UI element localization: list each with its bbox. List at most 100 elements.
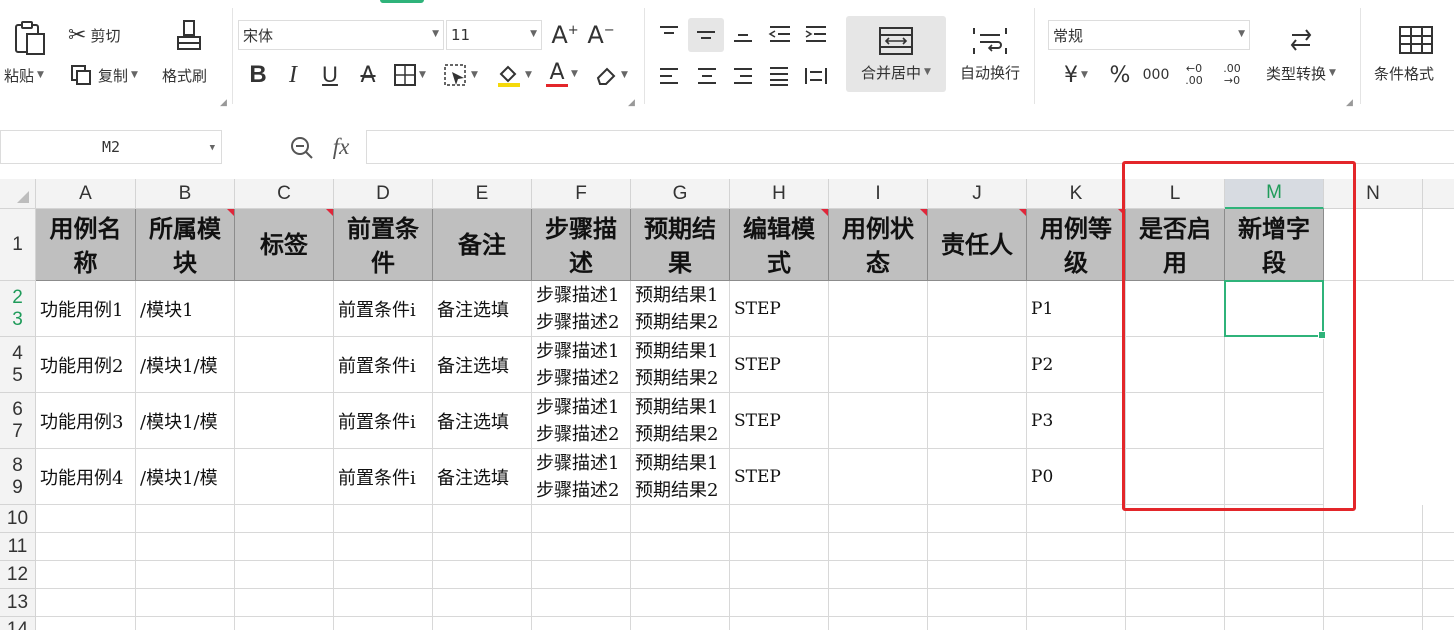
justify-button[interactable]	[766, 62, 792, 90]
cell-a8[interactable]: 功能用例4	[36, 449, 136, 505]
cell-e4[interactable]: 备注选填	[433, 337, 532, 393]
type-convert-button[interactable]: 类型转换 ▼	[1258, 16, 1344, 92]
clear-format-button[interactable]: ▼	[590, 60, 632, 90]
column-header-f[interactable]: F	[532, 179, 631, 209]
cell-f4[interactable]: 步骤描述1 步骤描述2	[532, 337, 631, 393]
border-button[interactable]: ▼	[390, 60, 430, 90]
cell-i2[interactable]	[829, 281, 928, 337]
column-header-k[interactable]: K	[1027, 179, 1126, 209]
column-header-h[interactable]: H	[730, 179, 829, 209]
paste-menu[interactable]: 粘贴 ▼	[4, 63, 44, 87]
row-header-2-3[interactable]: 23	[0, 281, 36, 337]
cell-h2[interactable]: STEP	[730, 281, 829, 337]
dialog-launcher-icon[interactable]: ◢	[628, 98, 635, 108]
align-middle-button[interactable]	[688, 18, 724, 52]
cell-f6[interactable]: 步骤描述1 步骤描述2	[532, 393, 631, 449]
header-cell-a1[interactable]: 用例名称	[36, 209, 136, 281]
header-cell-b1[interactable]: 所属模块	[136, 209, 235, 281]
cell-j2[interactable]	[928, 281, 1027, 337]
name-box[interactable]: M2 ▼	[0, 130, 222, 164]
select-all-button[interactable]	[0, 179, 36, 209]
cell-g8[interactable]: 预期结果1 预期结果2	[631, 449, 730, 505]
column-header-i[interactable]: I	[829, 179, 928, 209]
header-cell-g1[interactable]: 预期结果	[631, 209, 730, 281]
decrease-font-button[interactable]: A−	[586, 20, 616, 50]
cell-k8[interactable]: P0	[1027, 449, 1126, 505]
decrease-indent-button[interactable]	[766, 18, 794, 50]
paste-button[interactable]	[10, 18, 50, 58]
row-header-14[interactable]: 14	[0, 617, 36, 630]
increase-decimal-button[interactable]: ←0 .00	[1178, 60, 1210, 90]
column-header-e[interactable]: E	[433, 179, 532, 209]
row-header-10[interactable]: 10	[0, 505, 36, 533]
decrease-decimal-button[interactable]: .00 →0	[1216, 60, 1248, 90]
header-cell-f1[interactable]: 步骤描述	[532, 209, 631, 281]
cell-d6[interactable]: 前置条件i	[334, 393, 433, 449]
cell-j8[interactable]	[928, 449, 1027, 505]
row-header-4-5[interactable]: 45	[0, 337, 36, 393]
cell-c4[interactable]	[235, 337, 334, 393]
cell-b8[interactable]: /模块1/模	[136, 449, 235, 505]
cut-button[interactable]: ✂ 剪切	[68, 22, 120, 48]
cell-d8[interactable]: 前置条件i	[334, 449, 433, 505]
row-header-11[interactable]: 11	[0, 533, 36, 561]
increase-indent-button[interactable]	[802, 18, 830, 50]
cell-h6[interactable]: STEP	[730, 393, 829, 449]
cell-b2[interactable]: /模块1	[136, 281, 235, 337]
currency-button[interactable]: ¥ ▼	[1054, 60, 1098, 90]
column-header-j[interactable]: J	[928, 179, 1027, 209]
header-cell-i1[interactable]: 用例状态	[829, 209, 928, 281]
percent-button[interactable]: %	[1106, 60, 1134, 90]
formula-input[interactable]	[366, 130, 1454, 164]
insert-function-button[interactable]: fx	[326, 132, 356, 162]
cell-a4[interactable]: 功能用例2	[36, 337, 136, 393]
font-name-select[interactable]: 宋体 ▼	[238, 20, 444, 50]
fill-pattern-button[interactable]: ▼	[440, 60, 482, 90]
cell-b4[interactable]: /模块1/模	[136, 337, 235, 393]
cell-f2[interactable]: 步骤描述1 步骤描述2	[532, 281, 631, 337]
distributed-align-button[interactable]	[802, 62, 830, 90]
copy-button[interactable]: 复制 ▼	[70, 62, 138, 88]
cell-d4[interactable]: 前置条件i	[334, 337, 433, 393]
strikethrough-button[interactable]: A	[354, 60, 382, 90]
cell-k2[interactable]: P1	[1027, 281, 1126, 337]
cell-f8[interactable]: 步骤描述1 步骤描述2	[532, 449, 631, 505]
format-painter-button[interactable]	[172, 18, 206, 58]
underline-button[interactable]: U	[316, 60, 344, 90]
empty-rows-area[interactable]	[36, 505, 1454, 630]
zoom-formula-button[interactable]	[288, 134, 316, 162]
merge-center-button[interactable]: 合并居中 ▼	[846, 16, 946, 92]
row-header-12[interactable]: 12	[0, 561, 36, 589]
header-cell-d1[interactable]: 前置条件	[334, 209, 433, 281]
cell-k6[interactable]: P3	[1027, 393, 1126, 449]
cell-k4[interactable]: P2	[1027, 337, 1126, 393]
bold-button[interactable]: B	[244, 60, 272, 90]
align-bottom-button[interactable]	[730, 18, 756, 50]
thousands-button[interactable]: 000	[1140, 60, 1172, 90]
cell-b6[interactable]: /模块1/模	[136, 393, 235, 449]
cell-i4[interactable]	[829, 337, 928, 393]
row-header-8-9[interactable]: 89	[0, 449, 36, 505]
cell-c6[interactable]	[235, 393, 334, 449]
format-painter-label-wrap[interactable]: 格式刷	[162, 63, 207, 87]
column-header-o[interactable]	[1423, 179, 1454, 209]
dialog-launcher-icon[interactable]: ◢	[220, 98, 227, 108]
cell-e2[interactable]: 备注选填	[433, 281, 532, 337]
header-cell-j1[interactable]: 责任人	[928, 209, 1027, 281]
cell-h8[interactable]: STEP	[730, 449, 829, 505]
cell-e6[interactable]: 备注选填	[433, 393, 532, 449]
cell-c2[interactable]	[235, 281, 334, 337]
header-cell-h1[interactable]: 编辑模式	[730, 209, 829, 281]
cell-g4[interactable]: 预期结果1 预期结果2	[631, 337, 730, 393]
header-cell-c1[interactable]: 标签	[235, 209, 334, 281]
column-header-a[interactable]: A	[36, 179, 136, 209]
cell-d2[interactable]: 前置条件i	[334, 281, 433, 337]
row-header-6-7[interactable]: 67	[0, 393, 36, 449]
cell-j4[interactable]	[928, 337, 1027, 393]
cell-g6[interactable]: 预期结果1 预期结果2	[631, 393, 730, 449]
align-right-button[interactable]	[730, 62, 756, 90]
column-header-b[interactable]: B	[136, 179, 235, 209]
row-header-1[interactable]: 1	[0, 209, 36, 281]
font-color-button[interactable]: A ▼	[542, 58, 582, 90]
header-cell-e1[interactable]: 备注	[433, 209, 532, 281]
